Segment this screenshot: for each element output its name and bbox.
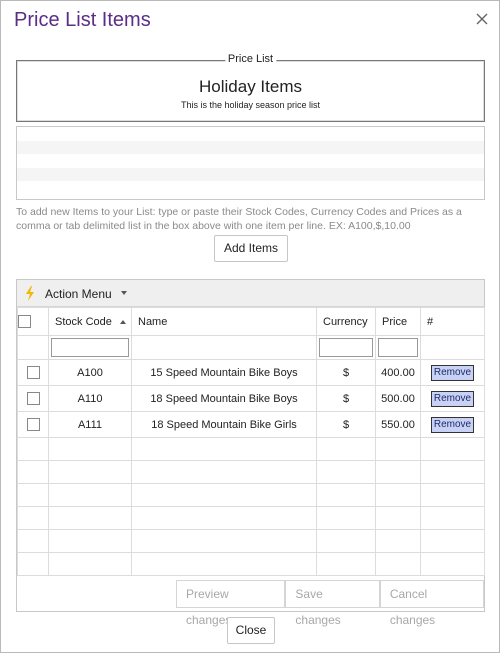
cancel-changes-button[interactable]: Cancel changes xyxy=(379,580,484,627)
action-cell: Remove xyxy=(420,411,485,438)
price-list-fieldset: Price List Holiday Items This is the hol… xyxy=(16,53,485,122)
action-menu-button[interactable]: Action Menu xyxy=(45,287,112,301)
empty-row xyxy=(17,460,485,484)
items-table: Stock Code Name Currency Price # A100 15… xyxy=(17,307,485,576)
empty-row xyxy=(17,529,485,553)
select-all-cell xyxy=(17,307,49,336)
filter-cell xyxy=(131,335,317,360)
column-label: Stock Code xyxy=(55,315,112,328)
items-grid: Action Menu Stock Code Name Currency Pri… xyxy=(16,279,485,627)
row-checkbox[interactable] xyxy=(26,366,40,379)
stock-code-cell: A100 xyxy=(48,359,132,386)
name-cell: 15 Speed Mountain Bike Boys xyxy=(131,359,317,386)
column-header-currency[interactable]: Currency xyxy=(316,307,376,336)
price-list-items-dialog: Price List Items Price List Holiday Item… xyxy=(0,0,500,653)
chevron-down-icon[interactable] xyxy=(121,291,127,295)
row-select-cell xyxy=(17,385,49,412)
stock-code-cell: A111 xyxy=(48,411,132,438)
save-changes-button[interactable]: Save changes xyxy=(285,580,380,627)
stock-code-cell: A110 xyxy=(48,385,132,412)
close-button[interactable]: Close xyxy=(227,617,275,644)
sort-ascending-icon xyxy=(119,319,126,324)
preview-changes-button[interactable]: Preview changes xyxy=(176,580,286,627)
row-select-cell xyxy=(17,411,49,438)
price-list-name: Holiday Items xyxy=(199,77,302,96)
column-header-price[interactable]: Price xyxy=(375,307,421,336)
filter-cell xyxy=(375,335,421,360)
row-checkbox[interactable] xyxy=(26,392,40,405)
price-list-legend: Price List xyxy=(224,53,277,65)
row-checkbox[interactable] xyxy=(26,418,40,431)
price-cell: 400.00 xyxy=(375,359,421,386)
name-cell: 18 Speed Mountain Bike Girls xyxy=(131,411,317,438)
empty-row xyxy=(17,552,485,576)
price-filter-input[interactable] xyxy=(378,338,418,357)
textarea-line xyxy=(17,141,484,154)
price-list-description: This is the holiday season price list xyxy=(180,100,321,110)
price-cell: 500.00 xyxy=(375,385,421,412)
items-input-textarea[interactable] xyxy=(16,126,485,200)
filter-cell xyxy=(316,335,376,360)
currency-cell: $ xyxy=(316,359,376,386)
table-row: A100 15 Speed Mountain Bike Boys $ 400.0… xyxy=(17,359,485,386)
select-all-checkbox[interactable] xyxy=(18,315,31,328)
filter-cell xyxy=(17,335,49,360)
remove-button[interactable]: Remove xyxy=(430,364,475,381)
column-header-hash: # xyxy=(420,307,485,336)
name-cell: 18 Speed Mountain Bike Boys xyxy=(131,385,317,412)
dialog-title: Price List Items xyxy=(14,9,151,31)
table-header-row: Stock Code Name Currency Price # xyxy=(17,307,485,336)
column-header-stock-code[interactable]: Stock Code xyxy=(48,307,132,336)
empty-row xyxy=(17,437,485,461)
action-cell: Remove xyxy=(420,385,485,412)
table-row: A110 18 Speed Mountain Bike Boys $ 500.0… xyxy=(17,385,485,412)
add-items-button[interactable]: Add Items xyxy=(214,235,288,262)
currency-cell: $ xyxy=(316,385,376,412)
stock-code-filter-input[interactable] xyxy=(51,338,129,357)
column-header-name[interactable]: Name xyxy=(131,307,317,336)
lightning-icon xyxy=(26,286,34,301)
empty-row xyxy=(17,506,485,530)
filter-cell xyxy=(420,335,485,360)
grid-footer: Preview changes Save changes Cancel chan… xyxy=(176,580,484,627)
currency-cell: $ xyxy=(316,411,376,438)
remove-button[interactable]: Remove xyxy=(430,416,475,433)
table-row: A111 18 Speed Mountain Bike Girls $ 550.… xyxy=(17,411,485,438)
help-text: To add new Items to your List: type or p… xyxy=(16,206,462,232)
grid-toolbar: Action Menu xyxy=(17,280,484,307)
action-cell: Remove xyxy=(420,359,485,386)
row-select-cell xyxy=(17,359,49,386)
price-cell: 550.00 xyxy=(375,411,421,438)
filter-cell xyxy=(48,335,132,360)
remove-button[interactable]: Remove xyxy=(430,390,475,407)
filter-row xyxy=(17,335,485,360)
close-icon[interactable] xyxy=(475,12,489,26)
textarea-line xyxy=(17,168,484,181)
currency-filter-input[interactable] xyxy=(319,338,373,357)
empty-row xyxy=(17,483,485,507)
